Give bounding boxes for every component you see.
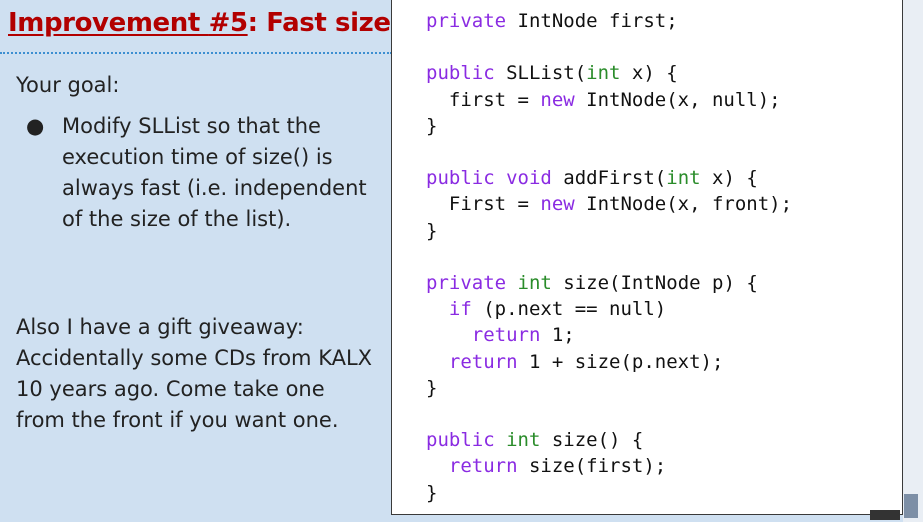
code-panel: private IntNode first;​public SLList(int… — [391, 0, 903, 515]
code-line: private int size(IntNode p) { — [426, 272, 758, 295]
code-line: private IntNode first; — [426, 10, 678, 32]
code-line: } — [426, 219, 438, 242]
slide-title: Improvement #5: Fast size() — [8, 8, 414, 52]
status-strip — [870, 510, 900, 520]
code-line: } — [426, 114, 438, 137]
code-line: return size(first); — [448, 455, 667, 478]
goal-bullet-text: Modify SLList so that the execution time… — [62, 114, 367, 231]
code-line: public int size() { — [426, 429, 644, 452]
code-line: first = new IntNode(x, null); — [426, 88, 781, 111]
vertical-scrollbar[interactable] — [903, 0, 923, 522]
code-line: ​ — [426, 244, 792, 270]
goal-bullet: ● Modify SLList so that the execution ti… — [16, 111, 386, 235]
goal-heading: Your goal: — [16, 73, 120, 97]
goal-section: Your goal: ● Modify SLList so that the e… — [16, 70, 386, 235]
title-suffix: : Fast size() — [247, 8, 414, 38]
code-line: ​ — [426, 401, 792, 427]
scrollbar-thumb[interactable] — [904, 494, 918, 518]
code-line: } — [426, 481, 438, 504]
code-line: First = new IntNode(x, front); — [426, 193, 793, 216]
title-prefix: Improvement — [8, 8, 209, 38]
bullet-icon: ● — [26, 114, 45, 138]
code-line: ​ — [426, 34, 792, 60]
slide: Improvement #5: Fast size() Your goal: ●… — [0, 0, 923, 522]
code-line: if (p.next == null) — [448, 298, 667, 321]
title-number: #5 — [208, 8, 248, 38]
code-line: } — [426, 376, 438, 399]
code-line: public SLList(int x) { — [426, 62, 678, 85]
code-block: private IntNode first;​public SLList(int… — [426, 8, 792, 506]
code-line: return 1 + size(p.next); — [448, 350, 724, 373]
title-divider — [0, 52, 392, 54]
code-line: public void addFirst(int x) { — [426, 167, 758, 190]
gift-text: Also I have a gift giveaway: Accidentall… — [16, 315, 373, 432]
code-line: return 1; — [471, 324, 575, 347]
code-line: ​ — [426, 139, 792, 165]
